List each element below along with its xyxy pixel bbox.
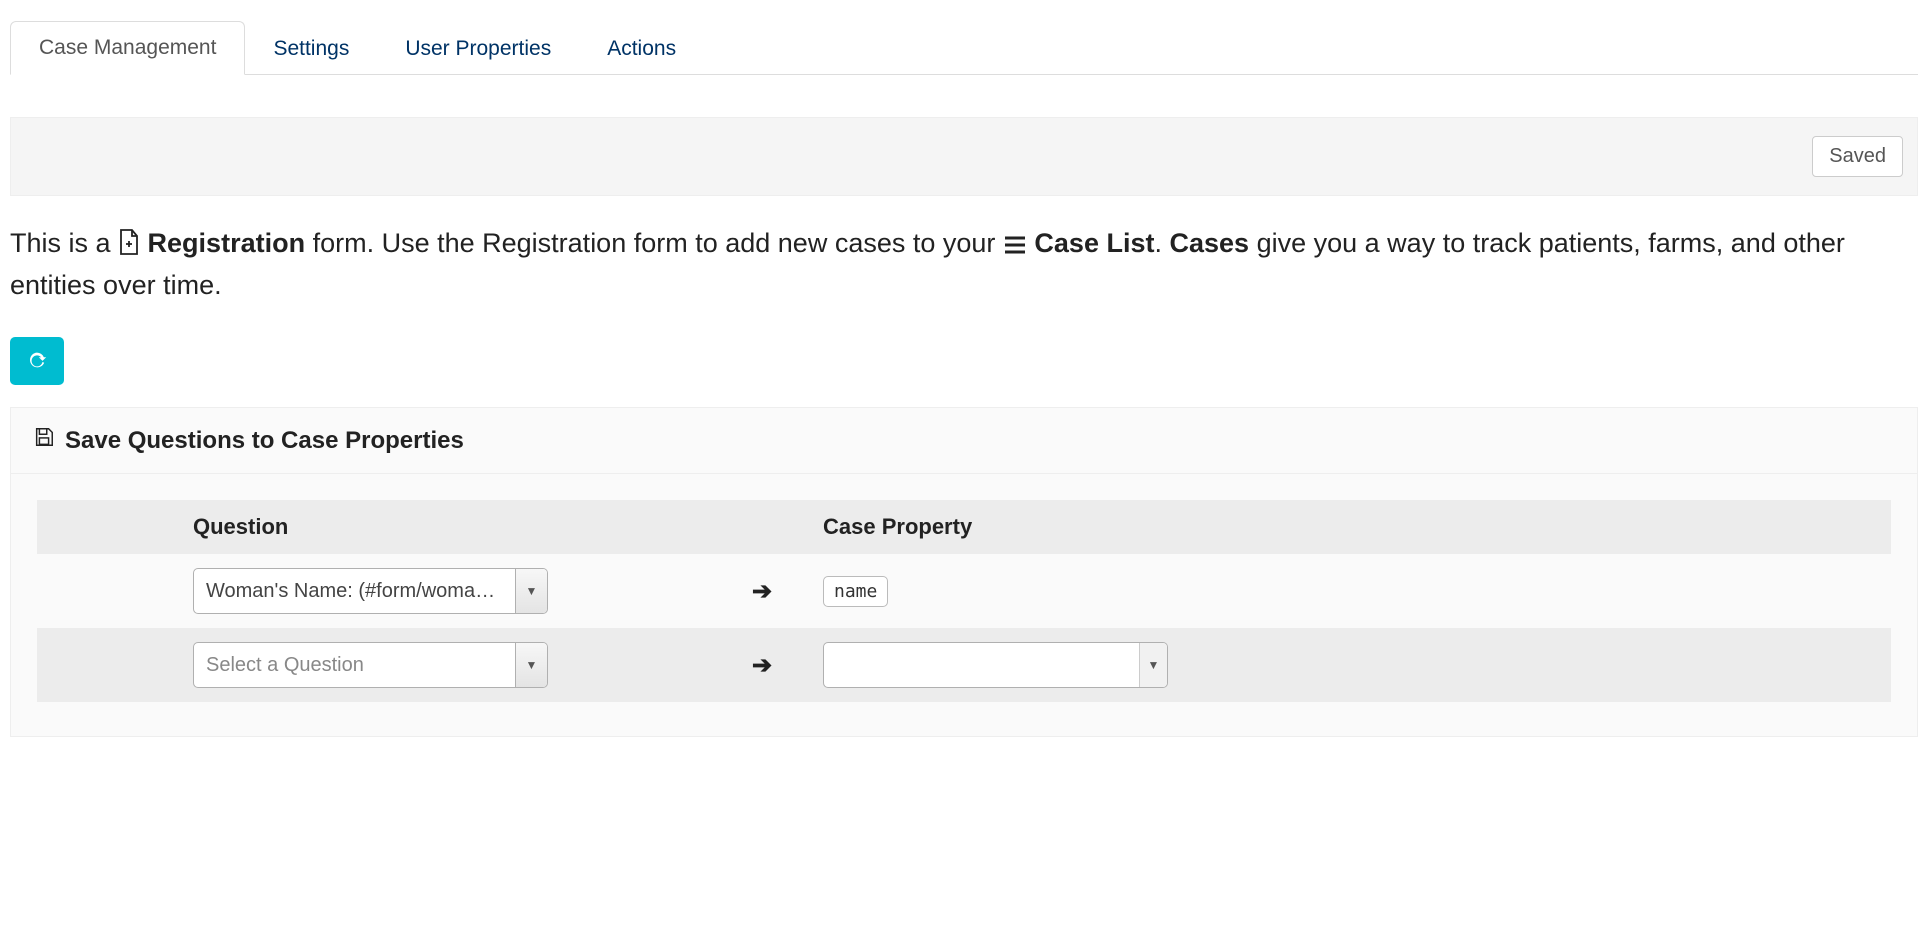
tab-case-management[interactable]: Case Management (10, 21, 245, 75)
tab-actions[interactable]: Actions (579, 23, 704, 75)
th-case-property: Case Property (807, 500, 1691, 554)
th-tail (1691, 500, 1891, 554)
question-select-placeholder: Select a Question (194, 643, 515, 687)
question-select-value: Woman's Name: (#form/woma… (194, 569, 515, 613)
case-property-select[interactable]: ▼ (823, 642, 1168, 688)
tab-user-properties[interactable]: User Properties (377, 23, 579, 75)
question-property-table: Question Case Property Woman's Name: (#f… (37, 500, 1891, 702)
saved-button[interactable]: Saved (1812, 136, 1903, 177)
tab-row: Case Management Settings User Properties… (10, 20, 1918, 75)
panel-header: Save Questions to Case Properties (11, 408, 1917, 474)
desc-bold-cases: Cases (1170, 228, 1250, 258)
table-row: Woman's Name: (#form/woma… ▼ ➔ name (37, 554, 1891, 628)
question-select[interactable]: Select a Question ▼ (193, 642, 548, 688)
panel-title: Save Questions to Case Properties (65, 427, 464, 455)
arrow-right-icon: ➔ (752, 578, 772, 605)
panel-body: Question Case Property Woman's Name: (#f… (11, 474, 1917, 736)
th-lead (37, 500, 177, 554)
tab-settings[interactable]: Settings (245, 23, 377, 75)
case-property-tag[interactable]: name (823, 576, 888, 607)
desc-text-3: . (1154, 228, 1169, 258)
desc-text-1: This is a (10, 228, 118, 258)
form-description: This is a Registration form. Use the Reg… (10, 224, 1918, 305)
chevron-down-icon: ▼ (515, 643, 547, 687)
th-arrow (717, 500, 807, 554)
file-plus-icon (118, 227, 140, 266)
desc-text-2: form. Use the Registration form to add n… (313, 228, 1003, 258)
save-questions-panel: Save Questions to Case Properties Questi… (10, 407, 1918, 737)
menu-icon (1003, 227, 1027, 266)
table-row: Select a Question ▼ ➔ ▼ (37, 628, 1891, 702)
refresh-button[interactable] (10, 337, 64, 385)
desc-bold-registration: Registration (148, 228, 306, 258)
floppy-save-icon (33, 426, 55, 455)
question-select[interactable]: Woman's Name: (#form/woma… ▼ (193, 568, 548, 614)
desc-bold-case-list: Case List (1034, 228, 1154, 258)
th-question: Question (177, 500, 717, 554)
save-state-bar: Saved (10, 117, 1918, 196)
chevron-down-icon: ▼ (515, 569, 547, 613)
chevron-down-icon: ▼ (1139, 643, 1167, 687)
arrow-right-icon: ➔ (752, 652, 772, 679)
refresh-icon (26, 349, 48, 374)
case-property-select-value (824, 643, 1139, 687)
